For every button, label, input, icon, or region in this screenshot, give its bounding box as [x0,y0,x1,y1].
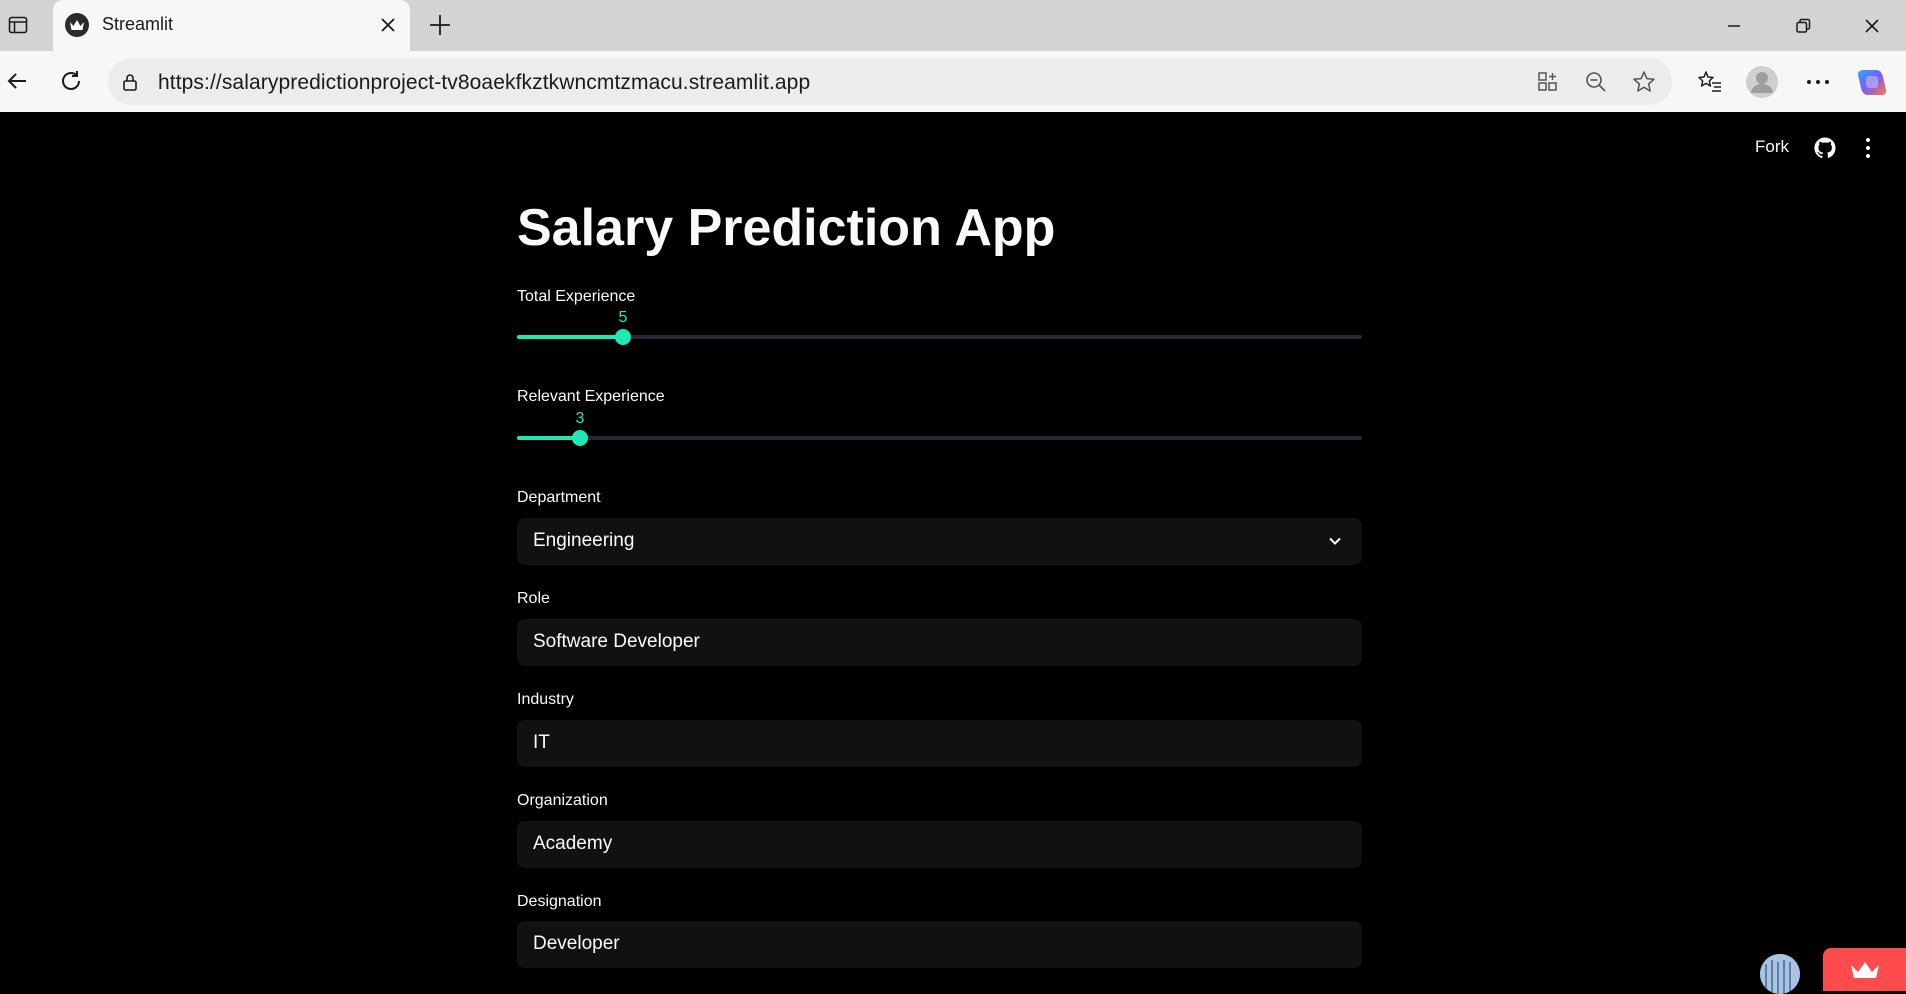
restore-icon[interactable] [1769,0,1837,51]
address-bar[interactable]: https://salarypredictionproject-tv8oaekf… [108,58,1672,105]
tab-actions-icon[interactable] [6,13,30,37]
industry-input[interactable]: IT [517,720,1362,767]
total-experience-label: Total Experience [517,288,636,305]
department-label: Department [517,489,601,506]
streamlit-crown-icon [65,13,89,37]
slider-value: 3 [575,410,585,427]
profile-icon[interactable] [1744,64,1780,100]
slider-fill [517,436,580,440]
back-arrow-icon[interactable] [0,64,34,98]
close-icon[interactable] [1838,0,1906,51]
close-icon[interactable] [374,11,402,39]
more-dots-icon[interactable] [1800,64,1836,100]
industry-label: Industry [517,691,574,708]
chevron-down-icon[interactable] [1326,532,1344,550]
slider-value: 5 [618,309,628,326]
role-value: Software Developer [533,631,700,652]
relevant-experience-label: Relevant Experience [517,388,665,405]
designation-input[interactable]: Developer [517,921,1362,968]
plus-icon[interactable] [425,10,455,40]
star-icon[interactable] [1630,68,1658,96]
page-title: Salary Prediction App [517,199,1056,257]
favorites-list-icon[interactable] [1692,64,1728,100]
designation-label: Designation [517,893,602,910]
slider-track[interactable] [517,436,1362,440]
slider-thumb[interactable] [572,430,588,446]
user-avatar[interactable] [1760,954,1800,994]
streamlit-badge[interactable] [1823,948,1906,991]
lock-icon[interactable] [118,70,142,94]
browser-tab-bar: Streamlit [0,0,1906,51]
organization-value: Academy [533,833,613,854]
zoom-out-icon[interactable] [1582,68,1610,96]
streamlit-crown-icon [1850,961,1879,978]
github-icon[interactable] [1813,136,1837,160]
role-input[interactable]: Software Developer [517,619,1362,666]
reload-icon[interactable] [54,64,88,98]
browser-toolbar: https://salarypredictionproject-tv8oaekf… [0,51,1906,112]
streamlit-app: Fork Salary Prediction App Total Experie… [0,112,1906,994]
designation-value: Developer [533,933,620,954]
copilot-icon[interactable] [1854,64,1890,100]
organization-input[interactable]: Academy [517,821,1362,868]
app-grid-icon[interactable] [1534,68,1562,96]
tab-title: Streamlit [102,14,174,34]
department-select[interactable]: Engineering [517,518,1362,565]
kebab-menu-icon[interactable] [1858,134,1878,162]
organization-label: Organization [517,792,608,809]
relevant-experience-slider[interactable]: 3 [517,410,1362,450]
total-experience-slider[interactable]: 5 [517,309,1362,349]
slider-thumb[interactable] [615,329,631,345]
fork-button[interactable]: Fork [1755,137,1789,157]
minimize-icon[interactable] [1700,0,1768,51]
app-header: Fork [1686,112,1906,182]
department-value: Engineering [533,530,635,551]
slider-fill [517,335,623,339]
browser-tab[interactable]: Streamlit [53,0,410,51]
url-text[interactable]: https://salarypredictionproject-tv8oaekf… [158,71,810,95]
industry-value: IT [533,732,550,753]
slider-track[interactable] [517,335,1362,339]
role-label: Role [517,590,550,607]
